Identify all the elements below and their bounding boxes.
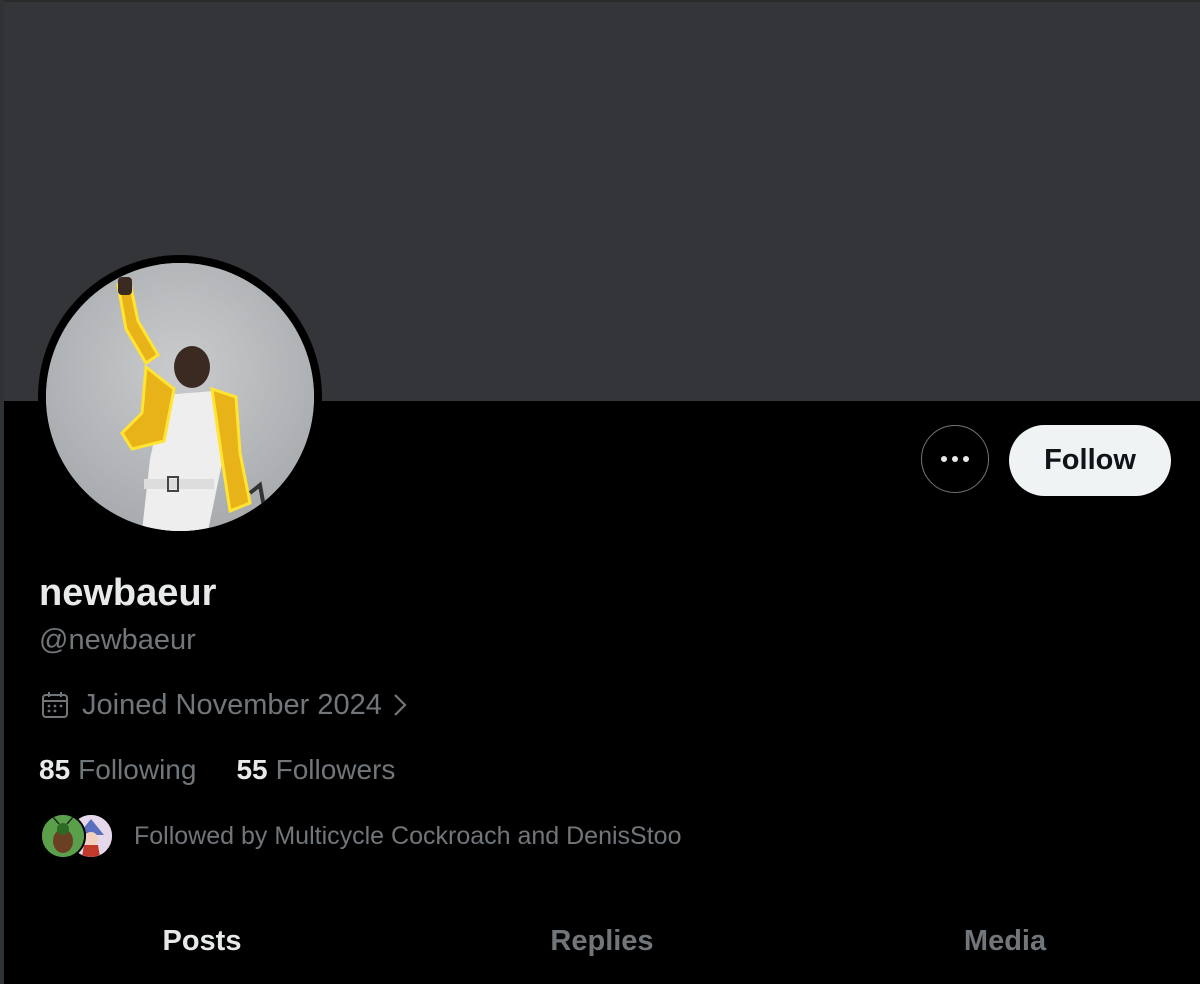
- followers-you-know-link[interactable]: Followed by Multicycle Cockroach and Den…: [40, 813, 681, 859]
- mutual-avatars: [40, 813, 114, 859]
- follow-stats: 85 Following 55 Followers: [39, 751, 395, 789]
- column-left-border: [0, 0, 4, 984]
- calendar-icon: [40, 690, 70, 720]
- chevron-right-icon: [392, 692, 408, 718]
- tab-posts[interactable]: Posts: [132, 925, 272, 969]
- following-count: 85: [39, 754, 71, 785]
- more-icon: [941, 456, 969, 462]
- profile-avatar[interactable]: [46, 263, 314, 531]
- mutual-avatar-cockroach: [40, 813, 86, 859]
- followers-link[interactable]: 55 Followers: [236, 754, 395, 786]
- followed-by-text: Followed by Multicycle Cockroach and Den…: [134, 821, 682, 850]
- tab-replies[interactable]: Replies: [522, 925, 682, 969]
- profile-page: Follow newbaeur @newbaeur Joined Novembe…: [0, 0, 1200, 984]
- joined-date-text: Joined November 2024: [82, 688, 382, 721]
- followers-label: Followers: [275, 754, 396, 785]
- following-label: Following: [78, 754, 197, 785]
- profile-handle: @newbaeur: [39, 624, 196, 656]
- joined-date-link[interactable]: Joined November 2024: [40, 686, 408, 724]
- follow-button[interactable]: Follow: [1009, 425, 1171, 496]
- more-options-button[interactable]: [921, 425, 989, 493]
- tab-media[interactable]: Media: [925, 925, 1085, 969]
- followers-count: 55: [236, 754, 268, 785]
- following-link[interactable]: 85 Following: [39, 754, 196, 786]
- profile-display-name: newbaeur: [39, 572, 217, 614]
